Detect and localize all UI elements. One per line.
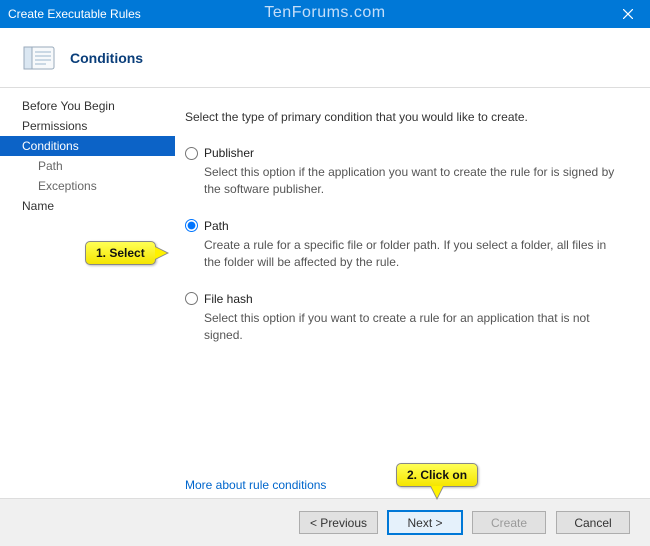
body-area: Before You Begin Permissions Conditions … <box>0 88 650 498</box>
option-publisher-label: Publisher <box>204 146 254 160</box>
option-filehash-head[interactable]: File hash <box>185 292 624 306</box>
title-bar: Create Executable Rules <box>0 0 650 28</box>
nav-sidebar: Before You Begin Permissions Conditions … <box>0 88 175 498</box>
arrow-down-icon <box>430 486 444 500</box>
option-path-head[interactable]: Path <box>185 219 624 233</box>
option-publisher: Publisher Select this option if the appl… <box>185 146 624 199</box>
nav-path[interactable]: Path <box>0 156 175 176</box>
option-filehash: File hash Select this option if you want… <box>185 292 624 345</box>
nav-name[interactable]: Name <box>0 196 175 216</box>
nav-conditions[interactable]: Conditions <box>0 136 175 156</box>
arrow-right-icon <box>155 246 169 260</box>
option-path: Path Create a rule for a specific file o… <box>185 219 624 272</box>
nav-permissions[interactable]: Permissions <box>0 116 175 136</box>
radio-filehash[interactable] <box>185 292 198 305</box>
nav-before-you-begin[interactable]: Before You Begin <box>0 96 175 116</box>
close-button[interactable] <box>605 0 650 28</box>
page-title: Conditions <box>70 50 143 66</box>
option-path-label: Path <box>204 219 229 233</box>
option-publisher-head[interactable]: Publisher <box>185 146 624 160</box>
header-panel: Conditions <box>0 28 650 88</box>
option-filehash-desc: Select this option if you want to create… <box>204 310 624 345</box>
radio-publisher[interactable] <box>185 147 198 160</box>
intro-text: Select the type of primary condition tha… <box>185 110 624 124</box>
radio-path[interactable] <box>185 219 198 232</box>
window-title: Create Executable Rules <box>8 7 141 21</box>
wizard-icon <box>22 41 56 75</box>
previous-button[interactable]: < Previous <box>299 511 378 534</box>
next-button[interactable]: Next > <box>388 511 462 534</box>
more-link[interactable]: More about rule conditions <box>185 478 326 492</box>
annotation-click: 2. Click on <box>396 463 478 487</box>
cancel-button[interactable]: Cancel <box>556 511 630 534</box>
option-path-desc: Create a rule for a specific file or fol… <box>204 237 624 272</box>
close-icon <box>623 9 633 19</box>
footer-bar: < Previous Next > Create Cancel <box>0 498 650 546</box>
option-filehash-label: File hash <box>204 292 253 306</box>
content-panel: Select the type of primary condition tha… <box>175 88 650 498</box>
annotation-select: 1. Select <box>85 241 156 265</box>
create-button[interactable]: Create <box>472 511 546 534</box>
nav-exceptions[interactable]: Exceptions <box>0 176 175 196</box>
option-publisher-desc: Select this option if the application yo… <box>204 164 624 199</box>
